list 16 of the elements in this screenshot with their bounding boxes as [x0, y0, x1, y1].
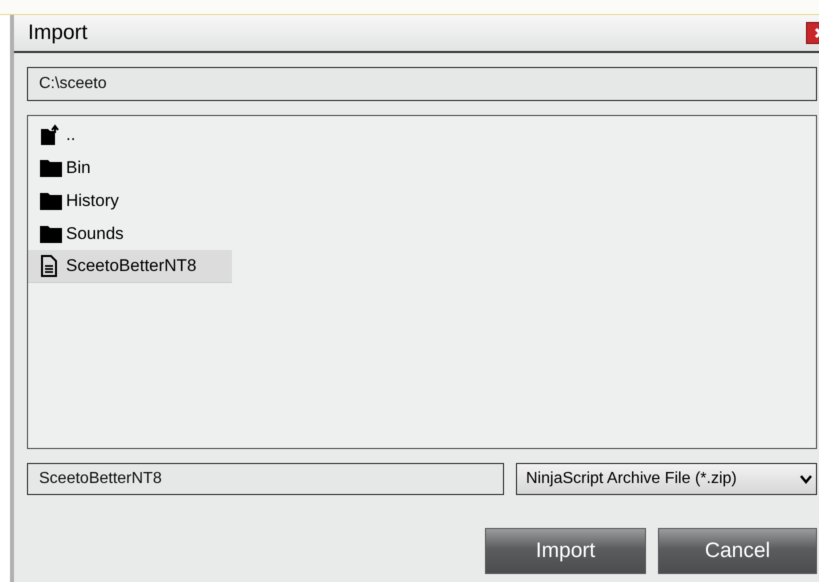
folder-icon	[40, 158, 62, 176]
file-list-item[interactable]: SceetoBetterNT8	[28, 250, 232, 283]
path-field[interactable]: C:\sceeto	[27, 67, 817, 101]
window-title: Import	[28, 21, 88, 45]
file-list-item[interactable]: Sounds	[28, 217, 232, 250]
dialog-button[interactable]: Import	[485, 528, 646, 574]
folder-icon	[40, 224, 62, 242]
chevron-down-icon	[800, 474, 812, 484]
document-icon	[40, 255, 58, 277]
file-name-field[interactable]: SceetoBetterNT8	[27, 463, 504, 495]
file-type-dropdown[interactable]: NinjaScript Archive File (*.zip)	[516, 463, 817, 495]
file-list-item[interactable]: Bin	[28, 151, 232, 184]
dialog-button[interactable]: Cancel	[658, 528, 817, 574]
file-list-item[interactable]: ..	[28, 118, 232, 151]
folder-icon	[40, 192, 62, 210]
file-list-item[interactable]: History	[28, 184, 232, 217]
